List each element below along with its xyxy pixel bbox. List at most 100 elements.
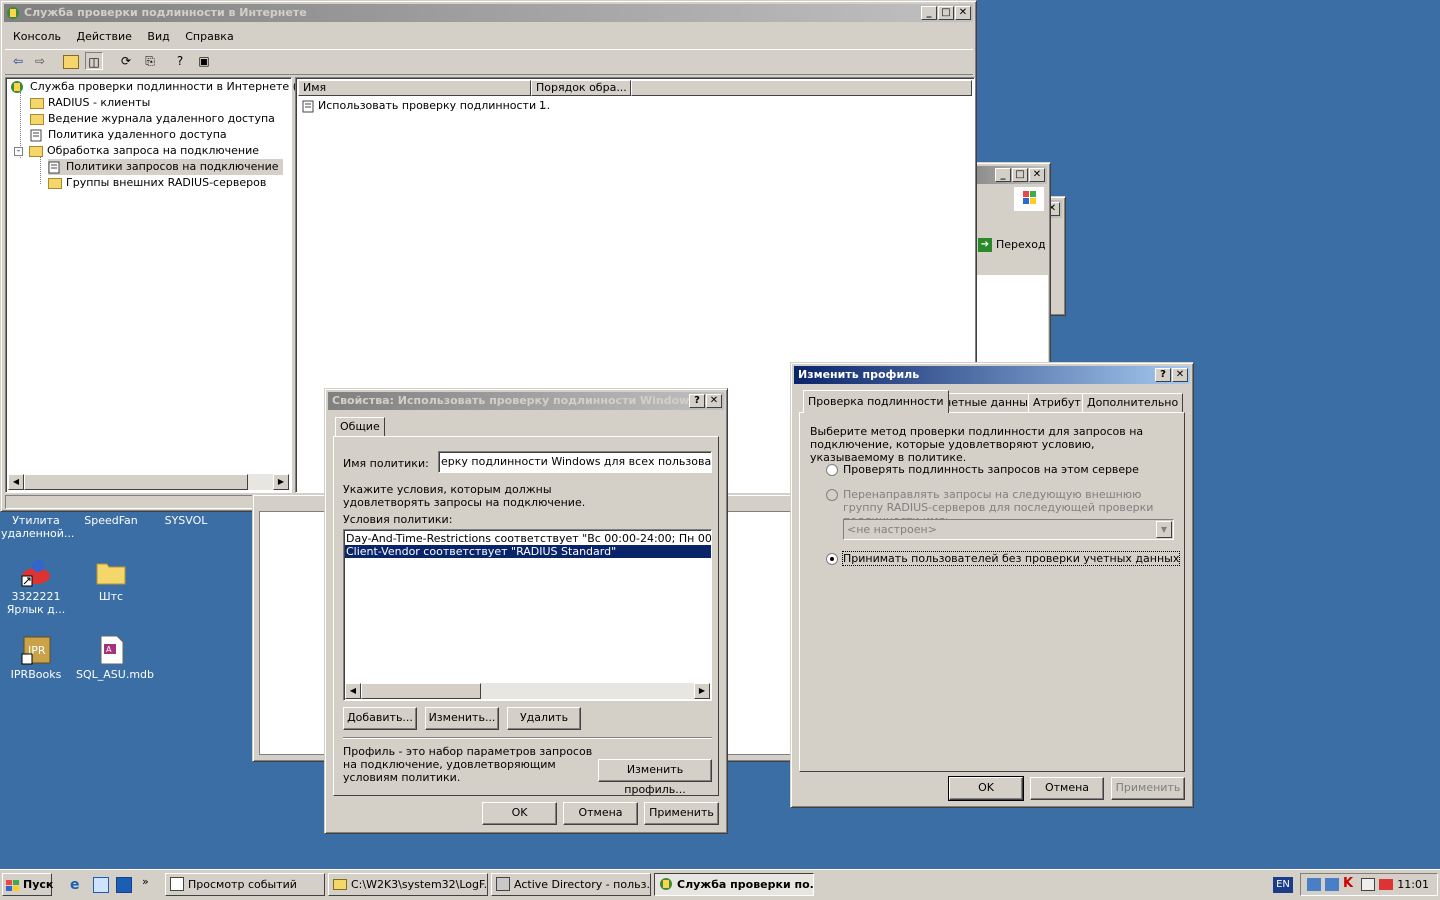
ias-titlebar[interactable]: Служба проверки подлинности в Интернете …	[4, 4, 973, 22]
forward-icon[interactable]: ⇨	[31, 52, 49, 70]
back-icon[interactable]: ⇦	[9, 52, 27, 70]
close-icon[interactable]: ✕	[706, 394, 722, 408]
menu-help[interactable]: Справка	[179, 27, 239, 47]
scroll-right-icon[interactable]: ▶	[273, 474, 289, 490]
minimize-icon[interactable]: _	[921, 6, 937, 20]
desktop-icon-label: IPRBooks	[10, 668, 62, 681]
close-icon[interactable]: ✕	[1172, 368, 1188, 382]
network2-icon[interactable]	[1325, 878, 1339, 891]
desktop-icon-iprbooks[interactable]: IPR IPRBooks	[1, 634, 71, 681]
go-button[interactable]: ➔ Переход	[976, 235, 1046, 255]
desktop-icon-speedfan[interactable]: SpeedFan	[76, 514, 146, 527]
tree-item-remote-access-policy[interactable]: Политика удаленного доступа	[30, 127, 227, 143]
properties-icon[interactable]: ▣	[195, 52, 213, 70]
conditions-hscrollbar[interactable]: ◀ ▶	[345, 683, 710, 699]
edit-profile-dialog[interactable]: Изменить профиль ? ✕ Проверка подлинност…	[790, 362, 1194, 808]
policy-name-input[interactable]: ерку подлинности Windows для всех пользо…	[438, 451, 712, 473]
antivirus-icon[interactable]: K	[1343, 876, 1353, 891]
tab-advanced[interactable]: Дополнительно	[1082, 393, 1184, 413]
desktop-icon-utility[interactable]: Утилита удаленной...	[1, 514, 74, 540]
refresh-icon[interactable]: ⟳	[117, 52, 135, 70]
chevron-down-icon[interactable]: ▼	[1156, 521, 1172, 538]
desktop-icon-sysvol[interactable]: SYSVOL	[151, 514, 221, 527]
radio-auth-this-server[interactable]	[826, 464, 838, 476]
tab-authentication[interactable]: Проверка подлинности	[803, 390, 949, 413]
properties-title: Свойства: Использовать проверку подлинно…	[332, 394, 722, 407]
close-icon[interactable]: ✕	[955, 6, 971, 20]
apply-button[interactable]: Применить	[1111, 777, 1185, 800]
menu-view[interactable]: Вид	[141, 27, 175, 47]
condition-item-selected[interactable]: Client-Vendor соответствует "RADIUS Stan…	[345, 545, 711, 558]
menu-action[interactable]: Действие	[71, 27, 138, 47]
close-icon[interactable]: ✕	[1029, 168, 1045, 182]
conditions-list[interactable]: Day-And-Time-Restrictions соответствует …	[343, 529, 712, 701]
list-item[interactable]: Использовать проверку подлинности ... 1	[302, 98, 550, 114]
apply-button[interactable]: Применить	[644, 802, 719, 825]
edit-profile-button[interactable]: Изменить профиль...	[598, 759, 712, 796]
language-indicator[interactable]: EN	[1273, 877, 1293, 893]
desktop-icon-sql-asu[interactable]: A SQL_ASU.mdb	[76, 634, 154, 681]
maximize-icon[interactable]: □	[1012, 168, 1028, 182]
help-icon[interactable]: ?	[1155, 368, 1171, 382]
tray-alert-icon[interactable]	[1379, 879, 1393, 890]
tree-hscrollbar[interactable]: ◀ ▶	[8, 474, 289, 490]
scroll-thumb[interactable]	[24, 474, 248, 490]
task-ias[interactable]: Служба проверки по...	[654, 873, 814, 896]
condition-item[interactable]: Day-And-Time-Restrictions соответствует …	[346, 532, 711, 545]
menu-console[interactable]: Консоль	[7, 27, 67, 47]
desktop-icon-shts[interactable]: Штс	[76, 556, 146, 603]
tree-item-radius-clients[interactable]: RADIUS - клиенты	[30, 95, 150, 111]
remove-condition-button[interactable]: Удалить	[507, 707, 581, 730]
scroll-left-icon[interactable]: ◀	[345, 683, 361, 699]
show-tree-icon[interactable]: ◫	[85, 52, 103, 70]
ok-button[interactable]: OK	[482, 802, 557, 825]
tree-item-ias-root[interactable]: Служба проверки подлинности в Интернете …	[10, 79, 324, 95]
tree-pane[interactable]: Служба проверки подлинности в Интернете …	[5, 77, 324, 493]
properties-titlebar[interactable]: Свойства: Использовать проверку подлинно…	[328, 392, 724, 410]
tree-item-remote-radius-groups[interactable]: Группы внешних RADIUS-серверов	[48, 175, 266, 191]
tree-item-remote-access-logging[interactable]: Ведение журнала удаленного доступа	[30, 111, 275, 127]
tab-credentials[interactable]: Учетные данные	[933, 393, 1040, 413]
cancel-button[interactable]: Отмена	[563, 802, 638, 825]
scroll-thumb[interactable]	[361, 683, 481, 699]
maximize-icon[interactable]: □	[938, 6, 954, 20]
tray-app-icon[interactable]	[1361, 878, 1375, 891]
column-header-order[interactable]: Порядок обра...	[531, 80, 631, 96]
option-auth-this-server[interactable]: Проверять подлинность запросов на этом с…	[843, 463, 1139, 476]
cancel-button[interactable]: Отмена	[1030, 777, 1104, 800]
column-header-name[interactable]: Имя	[298, 80, 531, 96]
quicklaunch-desktop-icon[interactable]	[93, 877, 109, 893]
export-list-icon[interactable]: ⎘	[141, 52, 159, 70]
tab-attribute[interactable]: Атрибут	[1028, 393, 1086, 413]
start-button[interactable]: Пуск	[2, 873, 53, 896]
radio-accept-without-auth[interactable]	[826, 553, 838, 565]
edit-profile-titlebar[interactable]: Изменить профиль ? ✕	[794, 366, 1190, 384]
quicklaunch-ie-icon[interactable]: e	[70, 877, 86, 893]
desktop-icon-shortcut[interactable]: 3322221 Ярлык д...	[1, 556, 71, 616]
collapse-icon[interactable]: -	[14, 146, 23, 156]
browser-content	[976, 275, 1048, 363]
edit-condition-button[interactable]: Изменить...	[425, 707, 499, 730]
tab-general[interactable]: Общие	[335, 417, 385, 437]
add-condition-button[interactable]: Добавить...	[343, 707, 417, 730]
ias-app-icon	[6, 6, 20, 20]
option-accept-without-auth[interactable]: Принимать пользователей без проверки уче…	[841, 551, 1181, 566]
tree-item-connection-request-policies[interactable]: Политики запросов на подключение	[48, 159, 283, 175]
network-icon[interactable]	[1307, 878, 1321, 891]
minimize-icon[interactable]: _	[995, 168, 1011, 182]
ok-button[interactable]: OK	[948, 776, 1024, 801]
properties-dialog[interactable]: Свойства: Использовать проверку подлинно…	[324, 388, 728, 834]
tree-item-connection-request-processing[interactable]: - Обработка запроса на подключение	[14, 143, 259, 159]
up-level-icon[interactable]	[63, 55, 79, 69]
task-active-directory[interactable]: Active Directory - польз...	[491, 873, 651, 896]
quicklaunch-perf-icon[interactable]	[116, 877, 132, 893]
quicklaunch-more-icon[interactable]: »	[142, 875, 149, 888]
task-logfiles[interactable]: C:\W2K3\system32\LogF...	[328, 873, 488, 896]
task-event-viewer[interactable]: Просмотр событий	[165, 873, 325, 896]
radio-forward-requests[interactable]	[826, 489, 838, 501]
radius-group-select[interactable]: <не настроен> ▼	[843, 519, 1174, 540]
scroll-right-icon[interactable]: ▶	[694, 683, 710, 699]
help-icon[interactable]: ?	[689, 394, 705, 408]
scroll-left-icon[interactable]: ◀	[8, 474, 24, 490]
help-icon[interactable]: ?	[171, 52, 189, 70]
